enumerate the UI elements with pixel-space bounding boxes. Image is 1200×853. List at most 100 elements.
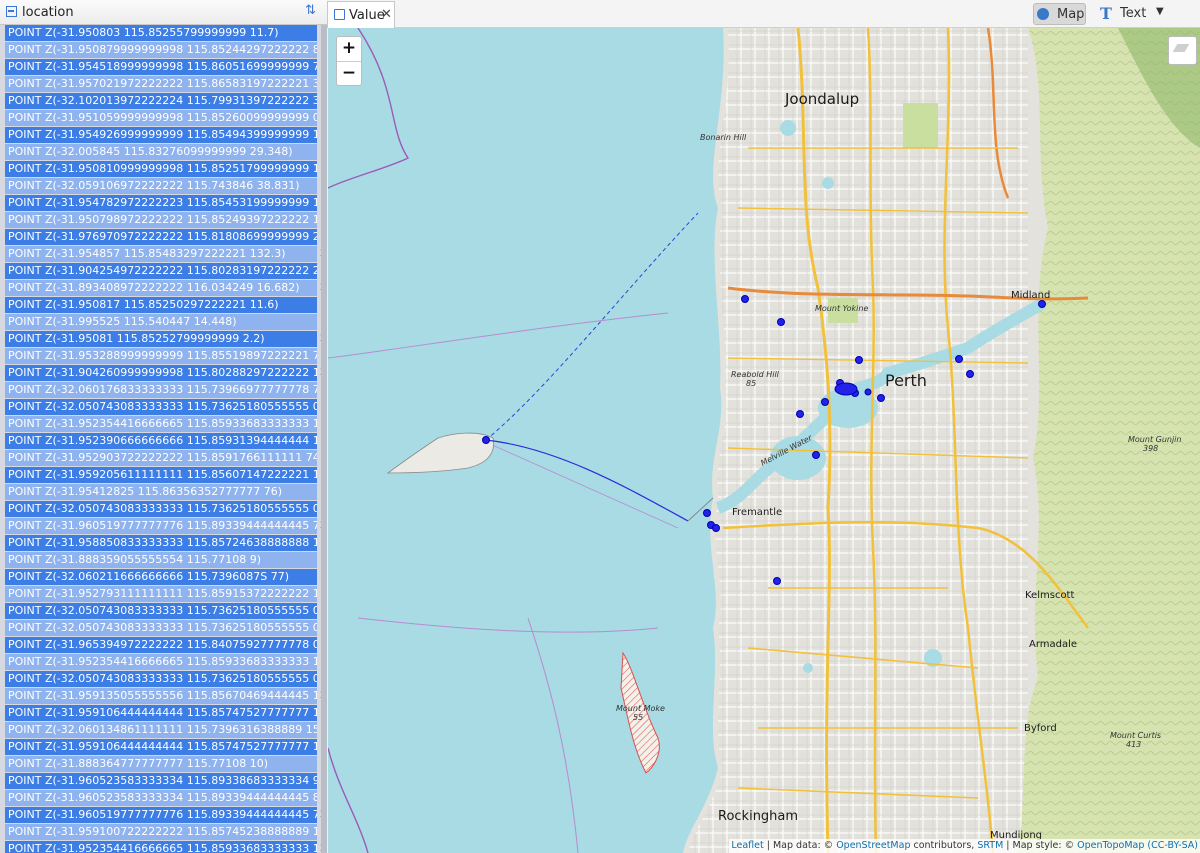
table-row[interactable]: POINT Z(-31.950810999999998 115.85251799… [0,161,327,178]
table-row[interactable]: POINT Z(-31.954782972222223 115.85453199… [0,195,327,212]
table-row[interactable]: POINT Z(-31.959106444444444 115.85747527… [0,739,327,756]
attribution-osm-link[interactable]: OpenStreetMap [836,840,910,851]
layers-icon[interactable] [1168,36,1197,65]
location-cell[interactable]: POINT Z(-31.95412825 115.86356352777777 … [5,484,317,500]
map-view[interactable]: Joondalup Perth Rockingham Fremantle Mid… [328,28,1200,853]
location-cell[interactable]: POINT Z(-31.952354416666665 115.85933683… [5,654,317,670]
table-row[interactable]: POINT Z(-31.960519777777776 115.89339444… [0,807,327,824]
table-row[interactable]: POINT Z(-32.050743083333333 115.73625180… [0,399,327,416]
location-cell[interactable]: POINT Z(-32.102013972222224 115.79931397… [5,93,317,109]
table-row[interactable]: POINT Z(-31.950803 115.85255799999999 11… [0,25,327,42]
location-cell[interactable]: POINT Z(-31.954926999999999 115.85494399… [5,127,317,143]
location-cell[interactable]: POINT Z(-31.960519777777776 115.89339444… [5,807,317,823]
location-cell[interactable]: POINT Z(-31.959106444444444 115.85747527… [5,739,317,755]
location-cell[interactable]: POINT Z(-32.060134861111111 115.73963163… [5,722,317,738]
table-row[interactable]: POINT Z(-31.952354416666665 115.85933683… [0,841,327,853]
table-row[interactable]: POINT Z(-32.050743083333333 115.73625180… [0,671,327,688]
table-row[interactable]: POINT Z(-31.995525 115.540447 14.448) [0,314,327,331]
table-row[interactable]: POINT Z(-31.976970972222222 115.81808699… [0,229,327,246]
location-cell[interactable]: POINT Z(-31.952354416666665 115.85933683… [5,841,317,853]
table-row[interactable]: POINT Z(-31.954926999999999 115.85494399… [0,127,327,144]
location-cell[interactable]: POINT Z(-31.952903722222222 115.85917661… [5,450,317,466]
location-cell[interactable]: POINT Z(-32.059106972222222 115.743846 3… [5,178,317,194]
location-cell[interactable]: POINT Z(-32.050743083333333 115.73625180… [5,501,317,517]
location-cell[interactable]: POINT Z(-31.953288999999999 115.85519897… [5,348,317,364]
table-row[interactable]: POINT Z(-31.960523583333334 115.89338683… [0,773,327,790]
table-row[interactable]: POINT Z(-32.050743083333333 115.73625180… [0,620,327,637]
location-cell[interactable]: POINT Z(-31.958850833333333 115.85724638… [5,535,317,551]
table-row[interactable]: POINT Z(-31.950879999999998 115.85244297… [0,42,327,59]
table-row[interactable]: POINT Z(-31.952354416666665 115.85933683… [0,654,327,671]
table-row[interactable]: POINT Z(-32.060134861111111 115.73963163… [0,722,327,739]
location-cell[interactable]: POINT Z(-31.959100722222222 115.85745238… [5,824,317,840]
location-cell[interactable]: POINT Z(-32.060211666666666 115.7396087S… [5,569,317,585]
location-cell[interactable]: POINT Z(-31.960523583333334 115.89338683… [5,773,317,789]
location-cell[interactable]: POINT Z(-31.959205611111111 115.85607147… [5,467,317,483]
location-cell[interactable]: POINT Z(-31.960519777777776 115.89339444… [5,518,317,534]
location-cell[interactable]: POINT Z(-31.952354416666665 115.85933683… [5,416,317,432]
table-row[interactable]: POINT Z(-31.958850833333333 115.85724638… [0,535,327,552]
zoom-out-button[interactable]: − [337,62,361,86]
location-cell[interactable]: POINT Z(-31.976970972222222 115.81808699… [5,229,317,245]
table-row[interactable]: POINT Z(-31.959106444444444 115.85747527… [0,705,327,722]
location-cell[interactable]: POINT Z(-31.957021972222222 115.86583197… [5,76,317,92]
location-cell[interactable]: POINT Z(-32.050743083333333 115.73625180… [5,671,317,687]
location-cell[interactable]: POINT Z(-31.893408972222222 116.034249 1… [5,280,317,296]
table-row[interactable]: POINT Z(-31.952903722222222 115.85917661… [0,450,327,467]
location-cell[interactable]: POINT Z(-31.904260999999998 115.80288297… [5,365,317,381]
location-cell[interactable]: POINT Z(-31.995525 115.540447 14.448) [5,314,317,330]
location-cell[interactable]: POINT Z(-32.060176833333333 115.73966977… [5,382,317,398]
map-view-button[interactable]: Map [1033,3,1086,25]
tab-value[interactable]: Value ✕ [327,1,395,28]
table-row[interactable]: POINT Z(-31.950798972222222 115.85249397… [0,212,327,229]
table-row[interactable]: POINT Z(-31.888359055555554 115.77108 9) [0,552,327,569]
table-row[interactable]: POINT Z(-32.102013972222224 115.79931397… [0,93,327,110]
location-cell[interactable]: POINT Z(-31.950879999999998 115.85244297… [5,42,317,58]
table-row[interactable]: POINT Z(-31.95081 115.85252799999999 2.2… [0,331,327,348]
table-row[interactable]: POINT Z(-31.951059999999998 115.85260099… [0,110,327,127]
location-cell[interactable]: POINT Z(-31.951059999999998 115.85260099… [5,110,317,126]
table-row[interactable]: POINT Z(-31.952354416666665 115.85933683… [0,416,327,433]
attribution-leaflet-link[interactable]: Leaflet [731,840,763,851]
column-header[interactable]: location ⇅ [0,0,327,25]
close-icon[interactable]: ✕ [381,7,392,22]
location-cell[interactable]: POINT Z(-31.952390666666666 115.85931394… [5,433,317,449]
location-cell[interactable]: POINT Z(-31.959106444444444 115.85747527… [5,705,317,721]
location-cell[interactable]: POINT Z(-31.954782972222223 115.85453199… [5,195,317,211]
location-cell[interactable]: POINT Z(-31.95081 115.85252799999999 2.2… [5,331,317,347]
table-row[interactable]: POINT Z(-31.960519777777776 115.89339444… [0,518,327,535]
table-row[interactable]: POINT Z(-31.904260999999998 115.80288297… [0,365,327,382]
table-row[interactable]: POINT Z(-32.050743083333333 115.73625180… [0,603,327,620]
table-row[interactable]: POINT Z(-31.904254972222222 115.80283197… [0,263,327,280]
location-cell[interactable]: POINT Z(-31.952793111111111 115.85915372… [5,586,317,602]
location-cell[interactable]: POINT Z(-31.904254972222222 115.80283197… [5,263,317,279]
table-row[interactable]: POINT Z(-32.060176833333333 115.73966977… [0,382,327,399]
table-row[interactable]: POINT Z(-31.960523583333334 115.89339444… [0,790,327,807]
table-row[interactable]: POINT Z(-32.059106972222222 115.743846 3… [0,178,327,195]
table-row[interactable]: POINT Z(-31.965394972222222 115.84075927… [0,637,327,654]
attribution-license-link[interactable]: (CC-BY-SA) [1147,840,1198,851]
location-cell[interactable]: POINT Z(-32.050743083333333 115.73625180… [5,399,317,415]
view-menu-dropdown[interactable]: ▼ [1156,6,1164,17]
location-cell[interactable]: POINT Z(-31.950798972222222 115.85249397… [5,212,317,228]
table-row[interactable]: POINT Z(-32.050743083333333 115.73625180… [0,501,327,518]
location-cell[interactable]: POINT Z(-32.005845 115.83276099999999 29… [5,144,317,160]
location-cell[interactable]: POINT Z(-31.959135055555556 115.85670469… [5,688,317,704]
table-row[interactable]: POINT Z(-31.959205611111111 115.85607147… [0,467,327,484]
text-view-button[interactable]: T Text [1097,3,1155,25]
location-cell[interactable]: POINT Z(-31.950803 115.85255799999999 11… [5,25,317,41]
table-row[interactable]: POINT Z(-31.95412825 115.86356352777777 … [0,484,327,501]
location-cell[interactable]: POINT Z(-31.960523583333334 115.89339444… [5,790,317,806]
location-cell[interactable]: POINT Z(-31.950810999999998 115.85251799… [5,161,317,177]
location-cell[interactable]: POINT Z(-31.950817 115.85250297222221 11… [5,297,317,313]
zoom-in-button[interactable]: + [337,37,361,62]
location-cell[interactable]: POINT Z(-31.888359055555554 115.77108 9) [5,552,317,568]
location-cell[interactable]: POINT Z(-32.050743083333333 115.73625180… [5,620,317,636]
table-row[interactable]: POINT Z(-31.952793111111111 115.85915372… [0,586,327,603]
location-cell[interactable]: POINT Z(-31.954857 115.85483297222221 13… [5,246,317,262]
table-row[interactable]: POINT Z(-31.953288999999999 115.85519897… [0,348,327,365]
table-row[interactable]: POINT Z(-31.957021972222222 115.86583197… [0,76,327,93]
sort-filter-icon[interactable]: ⇅ [305,3,316,18]
location-cell[interactable]: POINT Z(-32.050743083333333 115.73625180… [5,603,317,619]
table-row[interactable]: POINT Z(-31.959135055555556 115.85670469… [0,688,327,705]
